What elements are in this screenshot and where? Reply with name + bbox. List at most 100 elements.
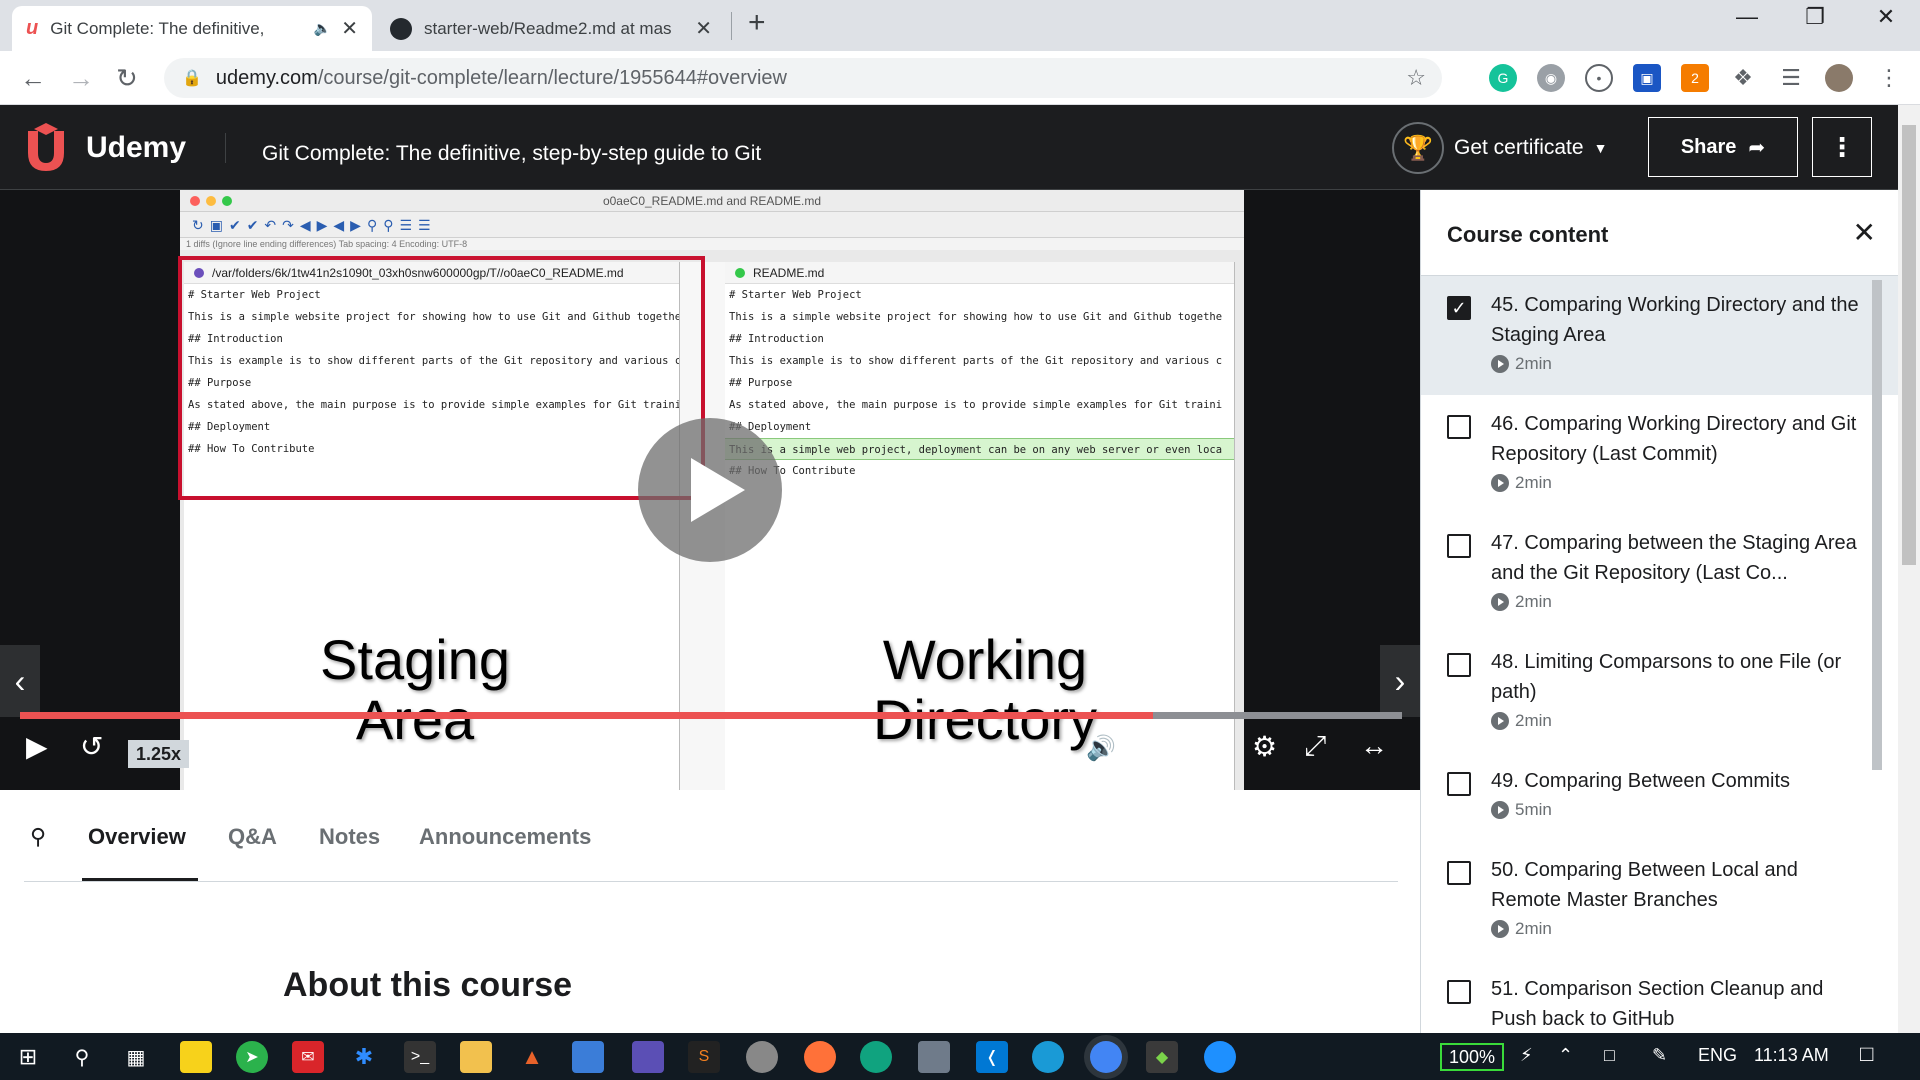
back-arrow-icon[interactable]: ←	[20, 63, 46, 94]
address-bar[interactable]: 🔒 udemy.com /course/git-complete/learn/l…	[164, 58, 1442, 98]
completed-checkbox[interactable]	[1447, 534, 1471, 558]
tab-announcements[interactable]: Announcements	[419, 824, 591, 850]
bookmark-star-icon[interactable]: ☆	[1406, 65, 1426, 91]
completed-checkbox[interactable]	[1447, 861, 1471, 885]
app-icon[interactable]	[918, 1041, 950, 1073]
close-window-button[interactable]: ✕	[1856, 4, 1916, 30]
forward-arrow-icon[interactable]: →	[68, 63, 94, 94]
completed-checkbox[interactable]	[1447, 653, 1471, 677]
task-view-icon[interactable]: ▦	[120, 1041, 152, 1073]
network-icon[interactable]: □	[1604, 1045, 1615, 1066]
restore-button[interactable]: ❐	[1785, 4, 1845, 30]
code-line: ## Purpose	[729, 377, 793, 389]
transcript-icon[interactable]: ▤	[1142, 734, 1165, 763]
vscode-icon[interactable]: ❬	[976, 1041, 1008, 1073]
sublime-text-icon[interactable]: S	[688, 1041, 720, 1073]
sticky-notes-icon[interactable]	[180, 1041, 212, 1073]
settings-gear-icon[interactable]: ⚙	[1252, 730, 1277, 763]
lecture-item[interactable]: 46. Comparing Working Directory and Git …	[1421, 395, 1898, 514]
completed-checkbox[interactable]	[1447, 772, 1471, 796]
file-explorer-icon[interactable]	[460, 1041, 492, 1073]
terminal-icon[interactable]: >_	[404, 1041, 436, 1073]
forward-icon[interactable]: ↻	[214, 730, 237, 763]
media-queue-icon[interactable]: ☰	[1777, 64, 1805, 92]
lecture-item[interactable]: 48. Limiting Comparsons to one File (or …	[1421, 633, 1898, 752]
sidebar-scrollbar[interactable]	[1872, 280, 1882, 770]
playback-speed-button[interactable]: 1.25x	[128, 740, 190, 768]
captions-icon[interactable]: CC	[1196, 740, 1230, 762]
lecture-item[interactable]: 50. Comparing Between Local and Remote M…	[1421, 841, 1898, 960]
app-icon[interactable]	[746, 1041, 778, 1073]
app-icon[interactable]	[632, 1041, 664, 1073]
search-icon[interactable]: ⚲	[30, 824, 46, 850]
screen-extension-icon[interactable]: ▣	[1633, 64, 1661, 92]
tab-qa[interactable]: Q&A	[228, 824, 277, 850]
matlab-icon[interactable]: ▲	[516, 1041, 548, 1073]
completed-checkbox[interactable]	[1447, 980, 1471, 1004]
more-options-button[interactable]: ⋮	[1812, 117, 1872, 177]
extension-badge-icon[interactable]: 2	[1681, 64, 1709, 92]
diff-toolbar: ↻▣✔✔↶↷◀▶◀▶⚲⚲☰☰	[180, 212, 1244, 238]
lecture-item[interactable]: ✓ 45. Comparing Working Directory and th…	[1421, 276, 1898, 395]
share-button[interactable]: Share ➦	[1648, 117, 1798, 177]
profile-avatar[interactable]	[1825, 64, 1853, 92]
lecture-item[interactable]: 47. Comparing between the Staging Area a…	[1421, 514, 1898, 633]
app-icon[interactable]: ➤	[236, 1041, 268, 1073]
expand-width-icon[interactable]: ↔	[1360, 730, 1388, 762]
app-icon[interactable]	[860, 1041, 892, 1073]
app-icon[interactable]	[572, 1041, 604, 1073]
globe-icon[interactable]: ◉	[1537, 64, 1565, 92]
new-tab-button[interactable]: +	[748, 6, 766, 40]
completed-checkbox[interactable]: ✓	[1447, 296, 1471, 320]
minimize-button[interactable]: —	[1717, 4, 1777, 30]
trophy-icon: 🏆	[1392, 122, 1444, 174]
tab-overview[interactable]: Overview	[88, 824, 186, 850]
browser-tab-udemy[interactable]: u Git Complete: The definitive, 🔈 ✕	[12, 6, 372, 51]
grammarly-icon[interactable]: G	[1489, 64, 1517, 92]
get-certificate-button[interactable]: 🏆 Get certificate ▼	[1392, 122, 1607, 174]
volume-icon[interactable]: 🔊	[1086, 734, 1116, 763]
fullscreen-icon[interactable]: ⤢	[1304, 730, 1326, 763]
page-scrollbar[interactable]	[1898, 105, 1920, 1033]
edge-icon[interactable]	[1032, 1041, 1064, 1073]
page-scrollbar-thumb[interactable]	[1902, 125, 1916, 565]
windows-start-icon[interactable]: ⊞	[12, 1041, 44, 1073]
chevron-up-icon[interactable]: ⌃	[1558, 1045, 1573, 1066]
code-extension-icon[interactable]: •	[1585, 64, 1613, 92]
video-player[interactable]: o0aeC0_README.md and README.md ↻▣✔✔↶↷◀▶◀…	[0, 190, 1420, 790]
previous-lecture-button[interactable]: ‹	[0, 645, 40, 717]
close-sidebar-icon[interactable]: ✕	[1853, 216, 1876, 249]
play-icon[interactable]: ▶	[26, 730, 48, 763]
language-indicator[interactable]: ENG	[1698, 1045, 1737, 1066]
close-tab-icon[interactable]: ✕	[695, 16, 712, 41]
close-tab-icon[interactable]: ✕	[341, 16, 358, 41]
big-play-button[interactable]	[638, 418, 782, 562]
app-icon[interactable]	[1204, 1041, 1236, 1073]
app-icon[interactable]: ✉	[292, 1041, 324, 1073]
speaker-icon[interactable]: 🔈	[314, 20, 331, 37]
bluetooth-icon[interactable]: ✱	[348, 1041, 380, 1073]
browser-tab-github[interactable]: starter-web/Readme2.md at mas ✕	[376, 6, 726, 51]
completed-checkbox[interactable]	[1447, 415, 1471, 439]
udemy-logo[interactable]: Udemy	[22, 123, 186, 173]
lecture-item[interactable]: 51. Comparison Section Cleanup and Push …	[1421, 960, 1898, 1033]
search-icon[interactable]: ⚲	[66, 1041, 98, 1073]
puzzle-icon[interactable]: ❖	[1729, 64, 1757, 92]
add-note-icon[interactable]: ✎	[374, 736, 392, 762]
chrome-icon[interactable]	[1090, 1041, 1122, 1073]
rewind-icon[interactable]: ↺	[80, 730, 103, 763]
clock[interactable]: 11:13 AM	[1754, 1045, 1829, 1066]
tab-notes[interactable]: Notes	[319, 824, 380, 850]
video-progress-bar[interactable]	[20, 712, 1402, 719]
notifications-icon[interactable]: □	[1860, 1041, 1873, 1067]
firefox-icon[interactable]	[804, 1041, 836, 1073]
course-title[interactable]: Git Complete: The definitive, step-by-st…	[262, 142, 761, 166]
battery-indicator[interactable]: 100%	[1440, 1043, 1504, 1071]
browser-menu-icon[interactable]: ⋮	[1875, 64, 1903, 92]
reload-icon[interactable]: ↻	[116, 63, 138, 94]
power-plug-icon[interactable]: ⚡	[1520, 1045, 1533, 1066]
lecture-item[interactable]: 49. Comparing Between Commits 5min	[1421, 752, 1898, 841]
app-icon[interactable]: ◆	[1146, 1041, 1178, 1073]
next-lecture-button[interactable]: ›	[1380, 645, 1420, 717]
pen-icon[interactable]: ✎	[1652, 1045, 1667, 1066]
